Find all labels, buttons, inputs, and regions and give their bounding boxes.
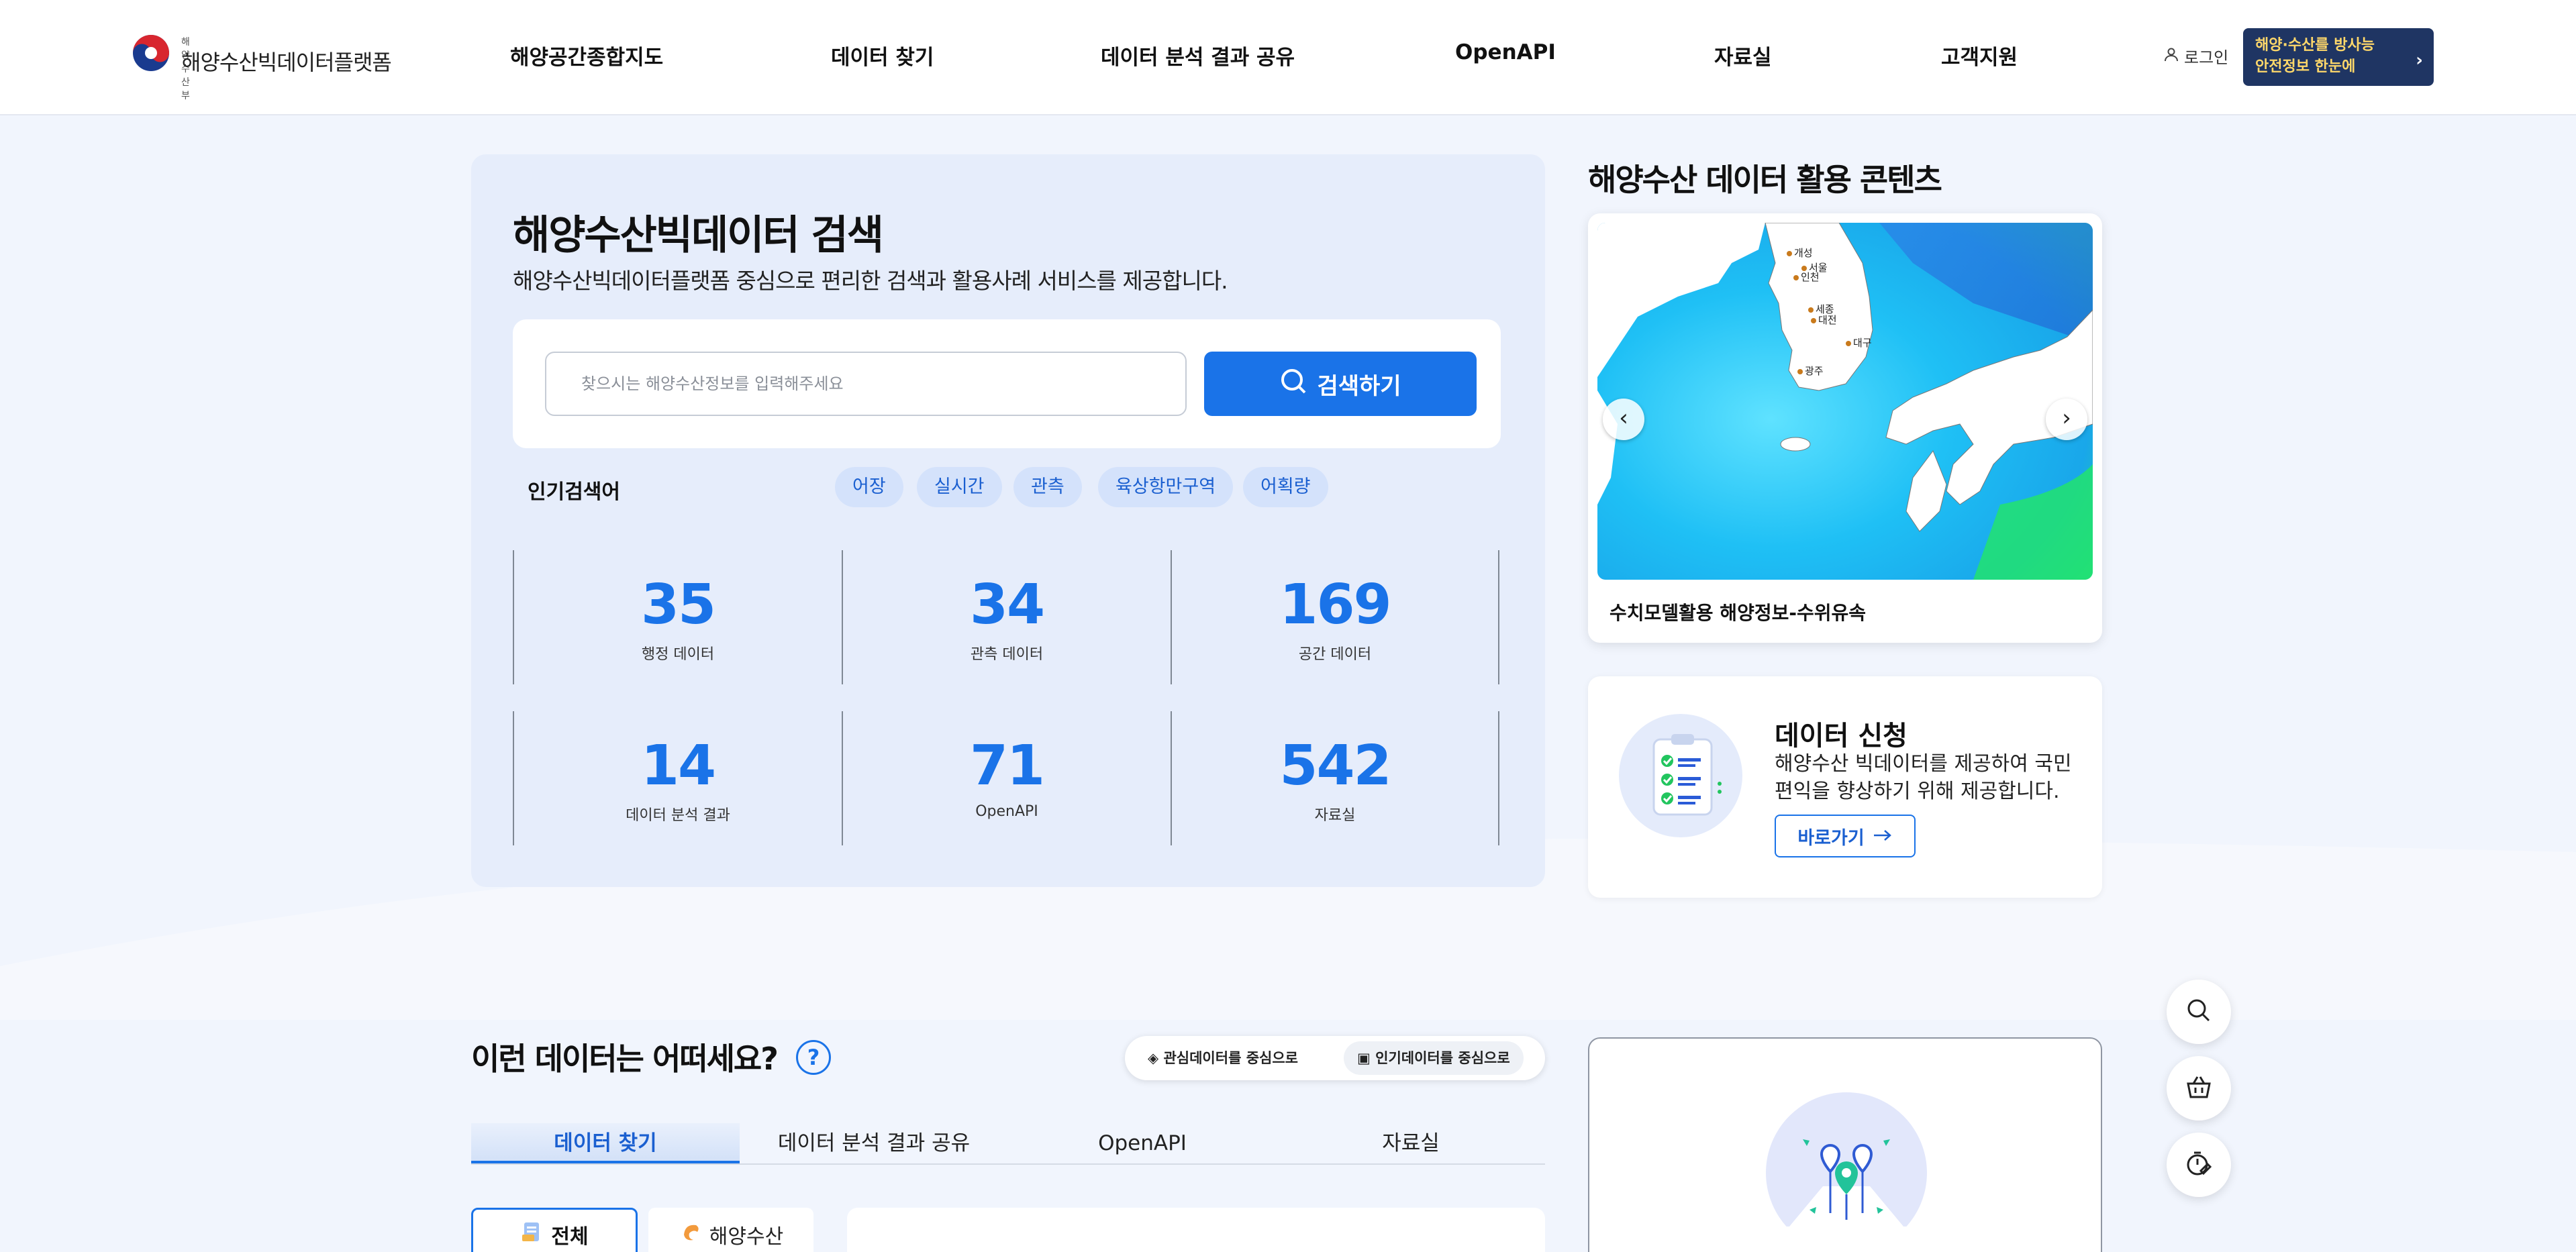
- chevron-right-icon: ›: [2062, 405, 2071, 431]
- stat-label: OpenAPI: [975, 803, 1038, 820]
- search-title: 해양수산빅데이터 검색: [513, 212, 884, 259]
- keyword-chip[interactable]: 어장: [835, 467, 903, 507]
- stat-observation-data[interactable]: 34 관측 데이터: [842, 550, 1171, 684]
- tab-find-data[interactable]: 데이터 찾기: [471, 1123, 740, 1163]
- stat-value: 71: [969, 734, 1045, 798]
- subtab-label: 전체: [551, 1225, 589, 1249]
- site-logo[interactable]: 해양수산부 해양수산빅데이터플랫폼: [132, 34, 392, 101]
- timer-icon: [2185, 1149, 2213, 1180]
- popular-keywords-label: 인기검색어: [528, 480, 620, 504]
- login-label: 로그인: [2184, 48, 2229, 67]
- nav-analysis-share[interactable]: 데이터 분석 결과 공유: [1101, 40, 1295, 70]
- map-city-label: 광주: [1805, 365, 1824, 377]
- stat-value: 34: [969, 573, 1045, 637]
- nav-support[interactable]: 고객지원: [1941, 40, 2018, 70]
- shrimp-icon: [679, 1220, 703, 1249]
- nav-openapi[interactable]: OpenAPI: [1455, 40, 1556, 64]
- stat-openapi[interactable]: 71 OpenAPI: [842, 711, 1171, 845]
- help-icon[interactable]: ?: [796, 1040, 831, 1075]
- login-link[interactable]: 로그인: [2164, 44, 2228, 68]
- stat-library[interactable]: 542 자료실: [1171, 711, 1499, 845]
- map-city-label: 개성: [1794, 247, 1813, 259]
- document-icon: [520, 1220, 544, 1249]
- banner-line-2: 안전정보 한눈에: [2255, 58, 2356, 75]
- search-icon: [1279, 367, 1307, 401]
- chevron-left-icon: ‹: [1619, 405, 1628, 431]
- nav-library[interactable]: 자료실: [1714, 40, 1772, 70]
- stat-label: 공간 데이터: [1298, 646, 1372, 663]
- toggle-popular-data[interactable]: ▣ 인기데이터를 중심으로: [1344, 1041, 1524, 1075]
- floating-search-button[interactable]: [2167, 980, 2231, 1044]
- stat-value: 35: [640, 573, 716, 637]
- search-box: 검색하기: [513, 319, 1501, 448]
- recommend-mode-toggle: ◈ 관심데이터를 중심으로 ▣ 인기데이터를 중심으로: [1125, 1036, 1545, 1080]
- search-input[interactable]: [545, 352, 1187, 416]
- search-button-label: 검색하기: [1317, 372, 1401, 400]
- search-panel: 해양수산빅데이터 검색 해양수산빅데이터플랫폼 중심으로 편리한 검색과 활용사…: [471, 154, 1545, 887]
- nav-find-data[interactable]: 데이터 찾기: [831, 40, 934, 70]
- user-icon: [2164, 47, 2179, 66]
- recommend-tabs: 데이터 찾기 데이터 분석 결과 공유 OpenAPI 자료실: [471, 1123, 1545, 1165]
- content-caption[interactable]: 수치모델활용 해양정보-수위유속: [1609, 598, 1866, 625]
- search-icon: [2185, 997, 2212, 1027]
- location-pins-icon: [1766, 1092, 1927, 1227]
- go-button[interactable]: 바로가기: [1775, 815, 1916, 857]
- chevron-right-icon: ›: [2416, 50, 2423, 70]
- content-carousel: 개성 서울 인천 세종 대전 대구 광주 ‹ › 수치모델활용 해양정보-수위유…: [1588, 213, 2102, 643]
- data-request-title: 데이터 신청: [1775, 721, 1908, 751]
- stat-label: 자료실: [1314, 807, 1356, 824]
- stat-label: 행정 데이터: [641, 646, 715, 663]
- database-icon: ▣: [1357, 1050, 1371, 1066]
- tab-analysis-share[interactable]: 데이터 분석 결과 공유: [740, 1123, 1008, 1163]
- toggle-interest-data[interactable]: ◈ 관심데이터를 중심으로: [1134, 1041, 1311, 1075]
- go-button-label: 바로가기: [1797, 827, 1865, 849]
- keyword-chip[interactable]: 관측: [1013, 467, 1082, 507]
- stat-value: 14: [640, 734, 716, 798]
- recommend-title: 이런 데이터는 어떠세요?: [471, 1041, 779, 1077]
- tab-library[interactable]: 자료실: [1277, 1123, 1545, 1163]
- floating-cart-button[interactable]: [2167, 1056, 2231, 1120]
- promo-card[interactable]: [1588, 1037, 2102, 1252]
- keyword-chip[interactable]: 실시간: [917, 467, 1002, 507]
- toggle-label: 인기데이터를 중심으로: [1375, 1050, 1510, 1066]
- subtab-all[interactable]: 전체: [471, 1208, 638, 1252]
- layers-icon: ◈: [1148, 1050, 1159, 1066]
- recommend-list-card: [847, 1208, 1545, 1252]
- data-request-card: 데이터 신청 해양수산 빅데이터를 제공하여 국민편익을 향상하기 위해 제공합…: [1588, 676, 2102, 898]
- contents-title: 해양수산 데이터 활용 콘텐츠: [1588, 162, 1942, 198]
- stat-label: 관측 데이터: [970, 646, 1044, 663]
- carousel-next-button[interactable]: ›: [2046, 399, 2087, 440]
- map-city-label: 대전: [1818, 314, 1837, 326]
- basket-icon: [2185, 1073, 2213, 1104]
- carousel-prev-button[interactable]: ‹: [1603, 399, 1644, 440]
- stat-spatial-data[interactable]: 169 공간 데이터: [1171, 550, 1499, 684]
- tab-openapi[interactable]: OpenAPI: [1008, 1123, 1277, 1163]
- map-city-label: 대구: [1853, 337, 1872, 349]
- arrow-right-icon: [1873, 826, 1893, 847]
- subtab-label: 해양수산: [709, 1225, 784, 1249]
- logo-text: 해양수산빅데이터플랫폼: [181, 50, 392, 75]
- nav-ocean-map[interactable]: 해양공간종합지도: [510, 40, 663, 70]
- data-request-description: 해양수산 빅데이터를 제공하여 국민편익을 향상하기 위해 제공합니다.: [1775, 752, 2072, 803]
- floating-timer-button[interactable]: [2167, 1133, 2231, 1197]
- taegeuk-emblem-icon: [132, 34, 170, 72]
- checklist-icon: [1619, 714, 1742, 837]
- map-city-label: 인천: [1801, 271, 1820, 283]
- ocean-current-map[interactable]: 개성 서울 인천 세종 대전 대구 광주: [1597, 223, 2093, 580]
- banner-line-1: 해양·수산를 방사능: [2255, 37, 2375, 54]
- stat-admin-data[interactable]: 35 행정 데이터: [513, 550, 842, 684]
- keyword-chip[interactable]: 어획량: [1243, 467, 1328, 507]
- keyword-chip[interactable]: 육상항만구역: [1098, 467, 1234, 507]
- stat-value: 169: [1279, 573, 1391, 637]
- stat-analysis-results[interactable]: 14 데이터 분석 결과: [513, 711, 842, 845]
- search-button[interactable]: 검색하기: [1204, 352, 1477, 416]
- site-header: 해양수산부 해양수산빅데이터플랫폼 해양공간종합지도 데이터 찾기 데이터 분석…: [0, 0, 2576, 115]
- stat-value: 542: [1279, 734, 1391, 798]
- toggle-label: 관심데이터를 중심으로: [1163, 1050, 1298, 1066]
- subtab-ocean[interactable]: 해양수산: [648, 1208, 813, 1252]
- radiation-info-banner[interactable]: 해양·수산를 방사능 안전정보 한눈에 ›: [2243, 28, 2434, 86]
- search-description: 해양수산빅데이터플랫폼 중심으로 편리한 검색과 활용사례 서비스를 제공합니다…: [513, 268, 1228, 294]
- stat-label: 데이터 분석 결과: [626, 807, 730, 824]
